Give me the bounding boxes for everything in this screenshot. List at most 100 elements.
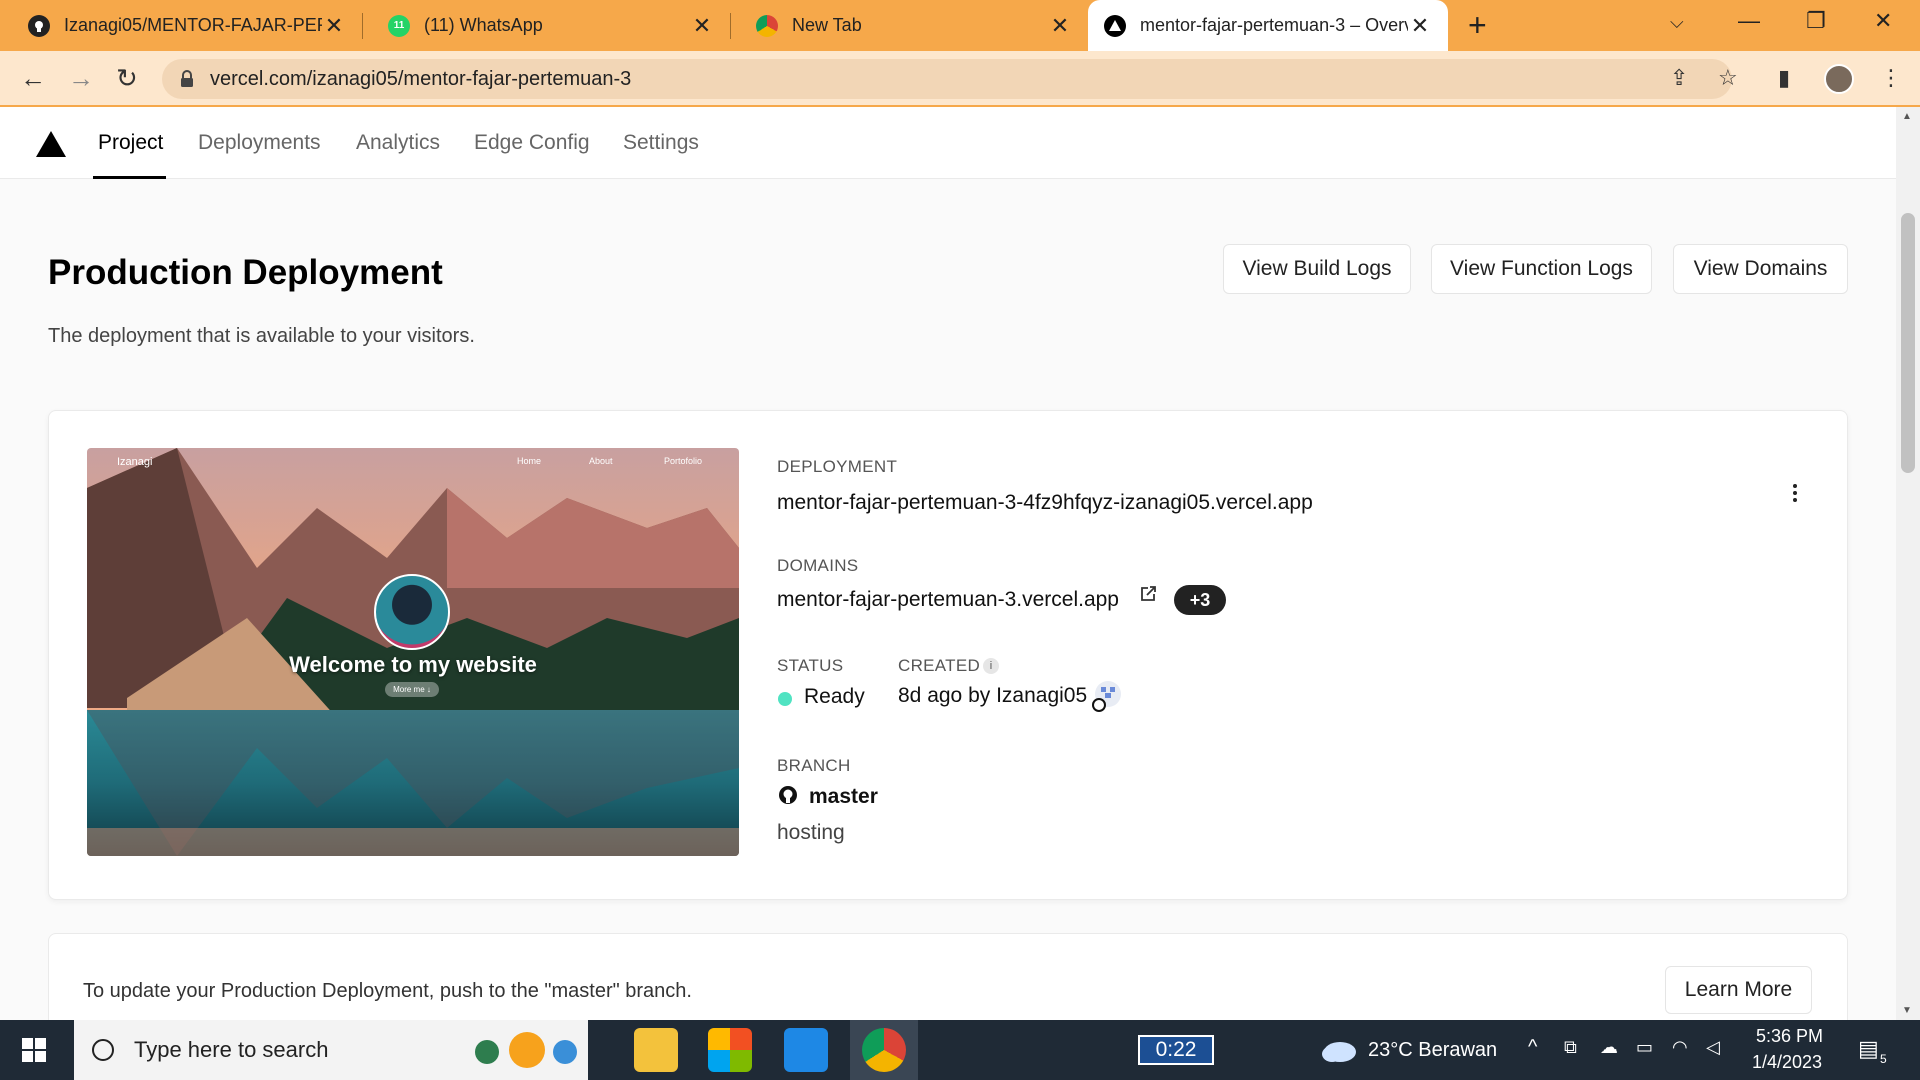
tab-whatsapp[interactable]: 11 (11) WhatsApp ✕ bbox=[372, 0, 730, 51]
close-icon[interactable]: ✕ bbox=[690, 13, 714, 39]
tab-settings[interactable]: Settings bbox=[623, 131, 699, 155]
learn-more-button[interactable]: Learn More bbox=[1665, 966, 1812, 1014]
tab-title: (11) WhatsApp bbox=[424, 15, 543, 35]
vercel-project-page: Project Deployments Analytics Edge Confi… bbox=[0, 107, 1896, 1020]
created-value: 8d ago by Izanagi05 bbox=[898, 684, 1088, 707]
battery-icon[interactable]: ▭ bbox=[1636, 1037, 1653, 1058]
forward-arrow-icon[interactable]: → bbox=[68, 63, 94, 93]
weather-text[interactable]: 23°C Berawan bbox=[1368, 1039, 1497, 1062]
volume-icon[interactable]: ◁ bbox=[1706, 1037, 1720, 1058]
recording-timer[interactable]: 0:22 bbox=[1138, 1035, 1214, 1065]
github-branch-icon bbox=[778, 785, 798, 810]
status-dot-icon bbox=[778, 692, 792, 706]
back-arrow-icon[interactable]: ← bbox=[20, 63, 46, 93]
tab-vercel-active[interactable]: mentor-fajar-pertemuan-3 – Overview ✕ bbox=[1088, 0, 1448, 51]
created-label: CREATED bbox=[898, 656, 981, 675]
update-notice-text: To update your Production Deployment, pu… bbox=[83, 980, 692, 1002]
clock-time[interactable]: 5:36 PM bbox=[1756, 1026, 1823, 1047]
scroll-down-arrow-icon[interactable]: ▼ bbox=[1902, 1005, 1912, 1016]
clock-date[interactable]: 1/4/2023 bbox=[1752, 1052, 1822, 1073]
preview-profile-photo bbox=[374, 574, 450, 650]
browser-menu-icon[interactable]: ⋮ bbox=[1880, 65, 1902, 91]
tab-deployments[interactable]: Deployments bbox=[198, 131, 321, 155]
tab-search-chevron-icon[interactable]: ⌵ bbox=[1670, 12, 1684, 33]
cloud-weather-icon[interactable] bbox=[1318, 1036, 1358, 1069]
scroll-up-arrow-icon[interactable]: ▲ bbox=[1902, 111, 1912, 122]
tab-divider bbox=[362, 13, 363, 39]
close-icon[interactable]: ✕ bbox=[1408, 13, 1432, 39]
window-close-icon[interactable]: ✕ bbox=[1874, 8, 1892, 34]
author-avatar-icon[interactable] bbox=[1091, 679, 1123, 718]
reload-icon[interactable]: ↻ bbox=[116, 63, 138, 93]
whatsapp-count: 11 bbox=[393, 20, 405, 31]
scrollbar-thumb[interactable] bbox=[1901, 213, 1915, 473]
browser-toolbar: ← → ↻ vercel.com/izanagi05/mentor-fajar-… bbox=[0, 51, 1920, 107]
meet-now-icon[interactable]: ⧉ bbox=[1564, 1037, 1577, 1058]
lock-icon bbox=[180, 70, 194, 88]
tab-edge-config[interactable]: Edge Config bbox=[474, 131, 590, 155]
windows-start-icon[interactable] bbox=[22, 1038, 46, 1062]
domain-link[interactable]: mentor-fajar-pertemuan-3.vercel.app bbox=[777, 588, 1119, 612]
view-domains-button[interactable]: View Domains bbox=[1673, 244, 1848, 294]
page-scrollbar[interactable]: ▲ ▼ bbox=[1896, 107, 1920, 1020]
taskbar-search-box[interactable]: Type here to search bbox=[74, 1020, 588, 1080]
chrome-taskbar-active[interactable] bbox=[850, 1020, 918, 1080]
domains-label: DOMAINS bbox=[777, 556, 859, 575]
external-link-icon[interactable] bbox=[1139, 585, 1157, 608]
tab-title: New Tab bbox=[792, 15, 862, 35]
view-build-logs-button[interactable]: View Build Logs bbox=[1223, 244, 1411, 294]
commit-message[interactable]: hosting bbox=[777, 821, 845, 845]
notifications-count: 5 bbox=[1880, 1052, 1887, 1066]
preview-brand: Izanagi bbox=[117, 456, 153, 468]
tab-project[interactable]: Project bbox=[98, 131, 163, 155]
branch-label: BRANCH bbox=[777, 756, 851, 775]
active-tab-indicator bbox=[93, 176, 166, 179]
preview-nav-home: Home bbox=[517, 456, 542, 466]
close-icon[interactable]: ✕ bbox=[1048, 13, 1072, 39]
deployment-label: DEPLOYMENT bbox=[777, 457, 898, 476]
view-function-logs-button[interactable]: View Function Logs bbox=[1431, 244, 1652, 294]
tab-github[interactable]: Izanagi05/MENTOR-FAJAR-PERTEMUAN-3 ✕ bbox=[12, 0, 362, 51]
url-text: vercel.com/izanagi05/mentor-fajar-pertem… bbox=[210, 67, 632, 90]
show-hidden-icons-chevron-icon[interactable]: ^ bbox=[1528, 1036, 1537, 1059]
vercel-icon bbox=[1104, 14, 1126, 37]
share-icon[interactable]: ⇪ bbox=[1670, 65, 1688, 91]
vercel-logo-icon[interactable] bbox=[36, 131, 66, 157]
more-options-kebab-icon[interactable] bbox=[1793, 481, 1799, 505]
vscode-icon[interactable] bbox=[784, 1028, 828, 1072]
extra-domains-badge[interactable]: +3 bbox=[1174, 585, 1226, 615]
microsoft-store-icon[interactable] bbox=[708, 1028, 752, 1072]
branch-link[interactable]: master bbox=[809, 785, 878, 809]
status-label: STATUS bbox=[777, 656, 844, 675]
new-tab-button[interactable]: + bbox=[1468, 8, 1487, 42]
profile-avatar[interactable] bbox=[1824, 64, 1854, 94]
chrome-taskbar-icon bbox=[862, 1028, 906, 1072]
project-subnav: Project Deployments Analytics Edge Confi… bbox=[0, 107, 1896, 179]
deployment-url-link[interactable]: mentor-fajar-pertemuan-3-4fz9hfqyz-izana… bbox=[777, 491, 1313, 515]
notifications-icon[interactable]: ▤ bbox=[1858, 1036, 1879, 1062]
search-icon bbox=[92, 1039, 114, 1061]
info-icon[interactable]: i bbox=[983, 658, 999, 674]
github-icon bbox=[28, 14, 50, 37]
tab-analytics[interactable]: Analytics bbox=[356, 131, 440, 155]
address-bar[interactable]: vercel.com/izanagi05/mentor-fajar-pertem… bbox=[162, 59, 1732, 99]
close-icon[interactable]: ✕ bbox=[322, 13, 346, 39]
preview-headline: Welcome to my website bbox=[289, 652, 537, 677]
status-value: Ready bbox=[804, 685, 865, 708]
restore-icon[interactable]: ❐ bbox=[1806, 8, 1826, 34]
minimize-icon[interactable]: — bbox=[1738, 8, 1760, 34]
search-highlight-image bbox=[469, 1028, 581, 1077]
whatsapp-icon: 11 bbox=[388, 14, 410, 37]
deployment-preview-screenshot[interactable]: Izanagi Home About Portofolio Welcome to… bbox=[87, 448, 739, 856]
tab-new-tab[interactable]: New Tab ✕ bbox=[740, 0, 1088, 51]
search-placeholder: Type here to search bbox=[134, 1037, 329, 1062]
page-subtitle: The deployment that is available to your… bbox=[48, 325, 475, 347]
side-panel-icon[interactable]: ▮ bbox=[1778, 65, 1790, 91]
tab-title: mentor-fajar-pertemuan-3 – Overview bbox=[1140, 15, 1408, 35]
file-explorer-icon[interactable] bbox=[634, 1028, 678, 1072]
wifi-icon[interactable]: ◠ bbox=[1672, 1037, 1688, 1058]
tab-title: Izanagi05/MENTOR-FAJAR-PERTEMUAN-3 bbox=[64, 15, 322, 35]
onedrive-icon[interactable]: ☁ bbox=[1600, 1037, 1618, 1058]
bookmark-star-icon[interactable]: ☆ bbox=[1718, 65, 1738, 91]
page-title: Production Deployment bbox=[48, 253, 443, 292]
